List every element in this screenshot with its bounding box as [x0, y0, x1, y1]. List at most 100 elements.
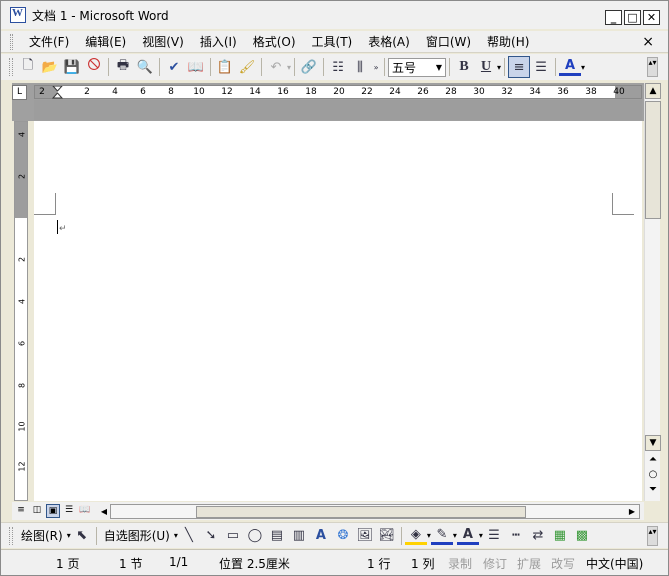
3d-style-icon[interactable]: ▩ [571, 525, 593, 547]
drawbar-grip[interactable] [9, 526, 13, 545]
underline-button[interactable]: U [475, 56, 497, 78]
autoshapes-menu[interactable]: 自选图形(U) [100, 527, 174, 544]
line-color-icon[interactable]: ✎ [430, 527, 453, 545]
horizontal-ruler[interactable]: 2 2 4 6 8 10 12 14 16 18 20 22 24 26 28 … [34, 85, 642, 99]
font-color-button[interactable]: A [559, 58, 582, 76]
close-button[interactable]: ✕ [643, 10, 660, 25]
maximize-button[interactable]: □ [624, 10, 641, 25]
previous-page-icon[interactable]: ⏶ [646, 454, 660, 470]
next-page-icon[interactable]: ⏷ [646, 484, 660, 500]
format-painter-icon[interactable]: 🖌 [236, 56, 258, 78]
horizontal-scroll-thumb[interactable] [196, 506, 526, 518]
reading-view-icon[interactable]: 📖 [78, 504, 92, 518]
underline-dropdown-icon[interactable]: ▾ [497, 63, 501, 72]
menu-file[interactable]: 文件(F) [21, 33, 77, 50]
arrow-style-icon[interactable]: ⇄ [527, 525, 549, 547]
chevron-down-icon: ▼ [435, 62, 443, 72]
word-icon [10, 7, 26, 23]
outline-view-icon[interactable]: ☰ [62, 504, 76, 518]
shadow-icon[interactable]: ▦ [549, 525, 571, 547]
fill-color-icon[interactable]: ◈ [404, 527, 427, 545]
toolbar-overflow-icon[interactable]: ▴▾ [647, 57, 658, 77]
align-justify-icon[interactable]: ≡ [508, 56, 531, 78]
ruler-mark: 2 [84, 87, 90, 97]
minimize-button[interactable]: _ [605, 10, 622, 25]
tab-selector[interactable]: L [12, 85, 27, 100]
ruler-mark: 16 [277, 87, 289, 97]
menu-insert[interactable]: 插入(I) [192, 33, 245, 50]
columns-icon[interactable]: ⫼ [349, 56, 371, 78]
drawing-toolbar: 绘图(R) ▾ ⬉ 自选图形(U) ▾ ╲ ➘ ▭ ◯ ▤ ▥ A ❂ 🖼 🏞 … [1, 522, 668, 548]
menu-tools[interactable]: 工具(T) [304, 33, 361, 50]
permission-icon[interactable]: 🛇 [83, 56, 105, 78]
menu-view[interactable]: 视图(V) [134, 33, 192, 50]
line-icon[interactable]: ╲ [178, 525, 200, 547]
spelling-icon[interactable]: ✔ [163, 56, 185, 78]
draw-font-color-icon[interactable]: A [456, 527, 479, 545]
ruler-mark: 14 [249, 87, 261, 97]
insert-hyperlink-icon[interactable]: 🔗 [298, 56, 320, 78]
picture-icon[interactable]: 🏞 [376, 525, 398, 547]
vertical-ruler[interactable]: 4 2 2 4 6 8 10 12 [14, 121, 28, 501]
menu-table[interactable]: 表格(A) [360, 33, 418, 50]
menu-format[interactable]: 格式(O) [245, 33, 304, 50]
font-color-dropdown-icon[interactable]: ▾ [581, 63, 585, 72]
textbox-icon[interactable]: ▤ [266, 525, 288, 547]
rectangle-icon[interactable]: ▭ [222, 525, 244, 547]
status-overtype[interactable]: 改写 [551, 555, 575, 572]
vertical-textbox-icon[interactable]: ▥ [288, 525, 310, 547]
new-document-icon[interactable]: 🗋 [17, 56, 39, 78]
save-icon[interactable]: 💾 [61, 56, 83, 78]
ruler-mark: 30 [473, 87, 485, 97]
undo-icon[interactable]: ↶ [265, 56, 287, 78]
ruler-mark: 36 [557, 87, 569, 97]
menu-edit[interactable]: 编辑(E) [77, 33, 134, 50]
scroll-up-icon[interactable]: ▲ [645, 83, 661, 99]
scroll-down-icon[interactable]: ▼ [645, 435, 661, 451]
doc-close-icon[interactable]: × [642, 34, 654, 50]
bold-button[interactable]: B [453, 56, 475, 78]
ruler-mark: 40 [613, 87, 625, 97]
scroll-left-icon[interactable]: ◀ [97, 505, 111, 518]
drawbar-overflow-icon[interactable]: ▴▾ [647, 526, 658, 546]
align-distributed-icon[interactable]: ☰ [530, 56, 552, 78]
vertical-scrollbar[interactable]: ▲ ▼ ⏶ ○ ⏷ [644, 83, 661, 501]
print-layout-icon[interactable]: ▣ [46, 504, 60, 518]
indent-marker-icon[interactable] [52, 86, 63, 100]
arrow-icon[interactable]: ➘ [200, 525, 222, 547]
vertical-scroll-thumb[interactable] [645, 101, 661, 219]
ruler-mark: 38 [585, 87, 597, 97]
status-extend[interactable]: 扩展 [517, 555, 541, 572]
menu-window[interactable]: 窗口(W) [418, 33, 479, 50]
clipart-icon[interactable]: 🖼 [354, 525, 376, 547]
wordart-icon[interactable]: A [310, 525, 332, 547]
web-view-icon[interactable]: ◫ [30, 504, 44, 518]
menu-help[interactable]: 帮助(H) [479, 33, 537, 50]
diagram-icon[interactable]: ❂ [332, 525, 354, 547]
normal-view-icon[interactable]: ≡ [14, 504, 28, 518]
oval-icon[interactable]: ◯ [244, 525, 266, 547]
draw-menu[interactable]: 绘图(R) [17, 527, 67, 544]
status-record[interactable]: 录制 [448, 555, 472, 572]
vruler-mark: 2 [17, 173, 27, 180]
ruler-mark: 8 [168, 87, 174, 97]
document-page[interactable]: ↵ [34, 121, 642, 501]
research-icon[interactable]: 📖 [185, 56, 207, 78]
print-icon[interactable]: 🖶 [112, 56, 134, 78]
horizontal-scrollbar[interactable]: ◀ ▶ [101, 504, 640, 519]
dash-style-icon[interactable]: ┅ [505, 525, 527, 547]
select-objects-icon[interactable]: ⬉ [71, 525, 93, 547]
font-size-select[interactable]: 五号 ▼ [388, 57, 447, 77]
toolbar-grip[interactable] [9, 58, 13, 76]
menubar-grip[interactable] [10, 33, 13, 50]
print-preview-icon[interactable]: 🔍 [134, 56, 156, 78]
open-folder-icon[interactable]: 📂 [39, 56, 61, 78]
line-style-icon[interactable]: ☰ [483, 525, 505, 547]
insert-table-icon[interactable]: ☷ [327, 56, 349, 78]
paste-icon[interactable]: 📋 [214, 56, 236, 78]
undo-dropdown-icon[interactable]: ▾ [287, 63, 291, 72]
scroll-right-icon[interactable]: ▶ [625, 505, 639, 518]
status-track-changes[interactable]: 修订 [483, 555, 507, 572]
toolbar-options-icon[interactable]: » [371, 56, 381, 78]
select-browse-object-icon[interactable]: ○ [646, 469, 660, 485]
